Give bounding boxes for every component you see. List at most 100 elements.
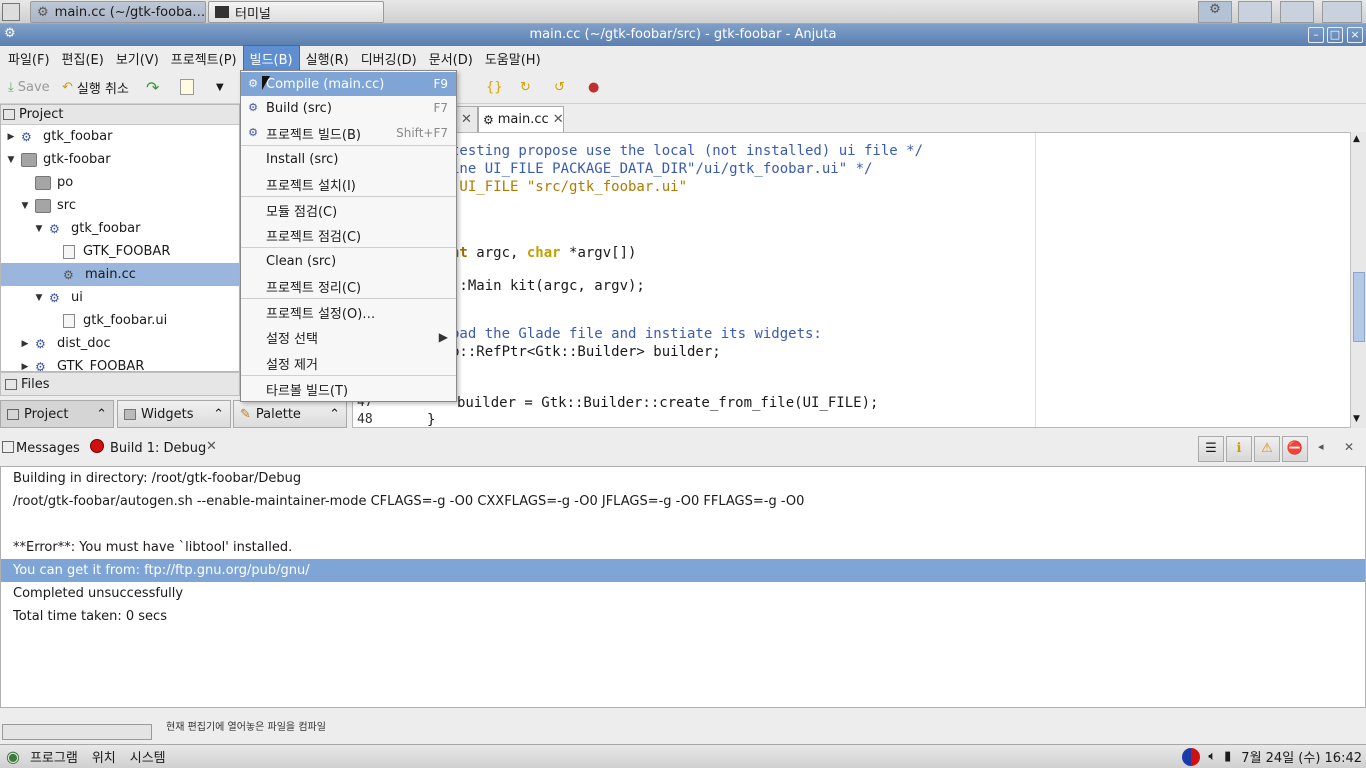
minimize-button[interactable]: –	[1308, 27, 1324, 43]
message-line[interactable]: /root/gtk-foobar/autogen.sh --enable-mai…	[1, 490, 1365, 513]
undo-button[interactable]: ↶ 실행 취소	[62, 76, 129, 98]
close-icon[interactable]: ✕	[206, 439, 217, 454]
code-line: oad the Glade file and instiate its widg…	[451, 326, 822, 342]
filter-normal-button[interactable]: ☰	[1198, 436, 1224, 462]
message-line[interactable]: **Error**: You must have `libtool' insta…	[1, 536, 1365, 559]
build-menu-item[interactable]: 프로젝트 정리(C)	[241, 274, 456, 298]
target-icon: ⚙	[21, 129, 32, 144]
tab-widgets[interactable]: Widgets ⌃	[117, 400, 231, 428]
tree-item[interactable]: ⚙ main.cc	[1, 263, 239, 286]
editor-scrollbar[interactable]: ▲ ▼	[1350, 132, 1366, 428]
menu-file[interactable]: 파일(F)	[2, 46, 56, 71]
input-method-icon[interactable]	[1182, 747, 1201, 766]
filter-info-button[interactable]: ℹ	[1226, 436, 1252, 462]
workspace-2[interactable]	[1238, 1, 1272, 23]
menu-run[interactable]: 실행(R)	[300, 46, 355, 71]
workspace-3[interactable]	[1280, 1, 1314, 23]
menu-project[interactable]: 프로젝트(P)	[165, 46, 243, 71]
message-line-selected[interactable]: You can get it from: ftp://ftp.gnu.org/p…	[1, 559, 1365, 582]
tree-item[interactable]: ▶ ⚙ GTK_FOOBAR	[1, 355, 239, 371]
task-button-terminal[interactable]: 터미널	[208, 1, 384, 23]
panel-menu-system[interactable]: 시스템	[130, 747, 166, 766]
expander-closed-icon[interactable]: ▶	[19, 339, 31, 349]
tab-project[interactable]: Project ⌃	[0, 400, 114, 428]
close-icon: ✕	[461, 112, 472, 127]
expander-closed-icon[interactable]: ▶	[19, 362, 31, 372]
tab-main-cc[interactable]: ⚙ main.cc ✕	[478, 106, 564, 132]
build-menu-item[interactable]: 프로젝트 점검(C)	[241, 223, 456, 247]
build-tab-label[interactable]: Build 1: Debug	[110, 441, 206, 456]
menu-build[interactable]: 빌드(B)	[242, 44, 300, 72]
tree-item[interactable]: ▶ ⚙ gtk_foobar	[1, 125, 239, 148]
workspace-1[interactable]: ⚙	[1198, 1, 1232, 23]
scroll-up-icon[interactable]: ▲	[1353, 134, 1360, 144]
task-button-anjuta[interactable]: ⚙ main.cc (~/gtk-fooba…	[30, 1, 206, 23]
breakpoint-button[interactable]: ●	[588, 76, 599, 98]
folder-icon	[35, 198, 51, 213]
menu-edit[interactable]: 편집(E)	[56, 46, 110, 71]
message-line[interactable]: Completed unsuccessfully	[1, 582, 1365, 605]
expander-open-icon[interactable]: ▼	[19, 201, 31, 211]
build-menu-item[interactable]: 프로젝트 설정(O)…	[241, 300, 456, 324]
code-editor[interactable]: testing propose use the local (not insta…	[352, 132, 1352, 428]
close-tab-button[interactable]: ✕	[456, 106, 478, 132]
messages-title: Messages	[16, 441, 80, 456]
tree-item[interactable]: ▼ gtk-foobar	[1, 148, 239, 171]
volume-icon[interactable]: 🔈︎	[1208, 749, 1216, 764]
build-menu-item[interactable]: Install (src)	[241, 147, 456, 171]
tree-item[interactable]: ▶ ⚙ dist_doc	[1, 332, 239, 355]
panel-menu-applications[interactable]: 프로그램	[30, 747, 78, 766]
menu-view[interactable]: 보기(V)	[110, 46, 165, 71]
tree-item[interactable]: po	[1, 171, 239, 194]
tree-item[interactable]: ▼ ⚙ gtk_foobar	[1, 217, 239, 240]
menu-debug[interactable]: 디버깅(D)	[355, 46, 423, 71]
tree-item[interactable]: ▼ ⚙ ui	[1, 286, 239, 309]
expander-closed-icon[interactable]: ▶	[5, 132, 17, 142]
close-icon[interactable]: ✕	[553, 112, 564, 127]
message-line[interactable]	[1, 513, 1365, 536]
build-menu-item[interactable]: 타르볼 빌드(T)	[241, 377, 456, 401]
scrollbar-thumb[interactable]	[1353, 272, 1365, 342]
expander-open-icon[interactable]: ▼	[33, 293, 45, 303]
tree-item[interactable]: ▼ src	[1, 194, 239, 217]
close-icon[interactable]: ✕	[1344, 440, 1354, 454]
workspace-4[interactable]	[1322, 1, 1362, 23]
files-panel-header[interactable]: Files	[0, 372, 240, 396]
step-into-button[interactable]: {}	[486, 76, 503, 98]
menu-item-shortcut: F9	[433, 77, 448, 91]
build-menu-item[interactable]: 설정 선택 ▶	[241, 325, 456, 349]
show-desktop-icon[interactable]	[2, 3, 20, 21]
filter-error-button[interactable]: ⛔	[1282, 436, 1308, 462]
build-menu-item[interactable]: 모듈 점검(C)	[241, 198, 456, 222]
panel-menu-places[interactable]: 위치	[92, 747, 116, 766]
expander-open-icon[interactable]: ▼	[33, 224, 45, 234]
tree-item[interactable]: GTK_FOOBAR	[1, 240, 239, 263]
tree-item[interactable]: gtk_foobar.ui	[1, 309, 239, 332]
build-menu-item[interactable]: 프로젝트 설치(I)	[241, 172, 456, 196]
gnome-foot-icon[interactable]: ◉	[6, 747, 20, 766]
build-menu-item[interactable]: ⚙ 프로젝트 빌드(B) Shift+F7	[241, 121, 456, 145]
build-menu-item[interactable]: ⚙ Build (src) F7	[241, 96, 456, 120]
new-file-button[interactable]	[180, 76, 194, 98]
scroll-down-icon[interactable]: ▼	[1353, 414, 1360, 424]
dock-icon[interactable]: ◂	[1318, 440, 1324, 453]
tab-palette[interactable]: ✎ Palette ⌃	[233, 400, 347, 428]
menu-document[interactable]: 문서(D)	[423, 46, 479, 71]
network-icon[interactable]: ▮	[1224, 749, 1231, 764]
close-window-button[interactable]: ×	[1347, 27, 1363, 43]
build-menu-item[interactable]: 설정 제거	[241, 351, 456, 375]
step-over-button[interactable]: ↻	[520, 76, 531, 98]
menu-help[interactable]: 도움말(H)	[479, 46, 547, 71]
message-line[interactable]: Total time taken: 0 secs	[1, 605, 1365, 628]
toolbar-more-button[interactable]: ▼	[216, 76, 224, 98]
expander-open-icon[interactable]: ▼	[5, 155, 17, 165]
message-line[interactable]: Building in directory: /root/gtk-foobar/…	[1, 467, 1365, 490]
filter-warning-button[interactable]: ⚠	[1254, 436, 1280, 462]
clock[interactable]: 7월 24일 (수) 16:42	[1241, 747, 1362, 766]
redo-button[interactable]: ↷	[146, 76, 159, 98]
step-out-button[interactable]: ↺	[554, 76, 565, 98]
build-menu-item[interactable]: Clean (src)	[241, 249, 456, 273]
maximize-button[interactable]: □	[1327, 27, 1343, 43]
build-menu-item[interactable]: ⚙ Compile (main.cc) F9	[241, 72, 456, 96]
save-button[interactable]: ⤓ Save	[8, 76, 50, 98]
